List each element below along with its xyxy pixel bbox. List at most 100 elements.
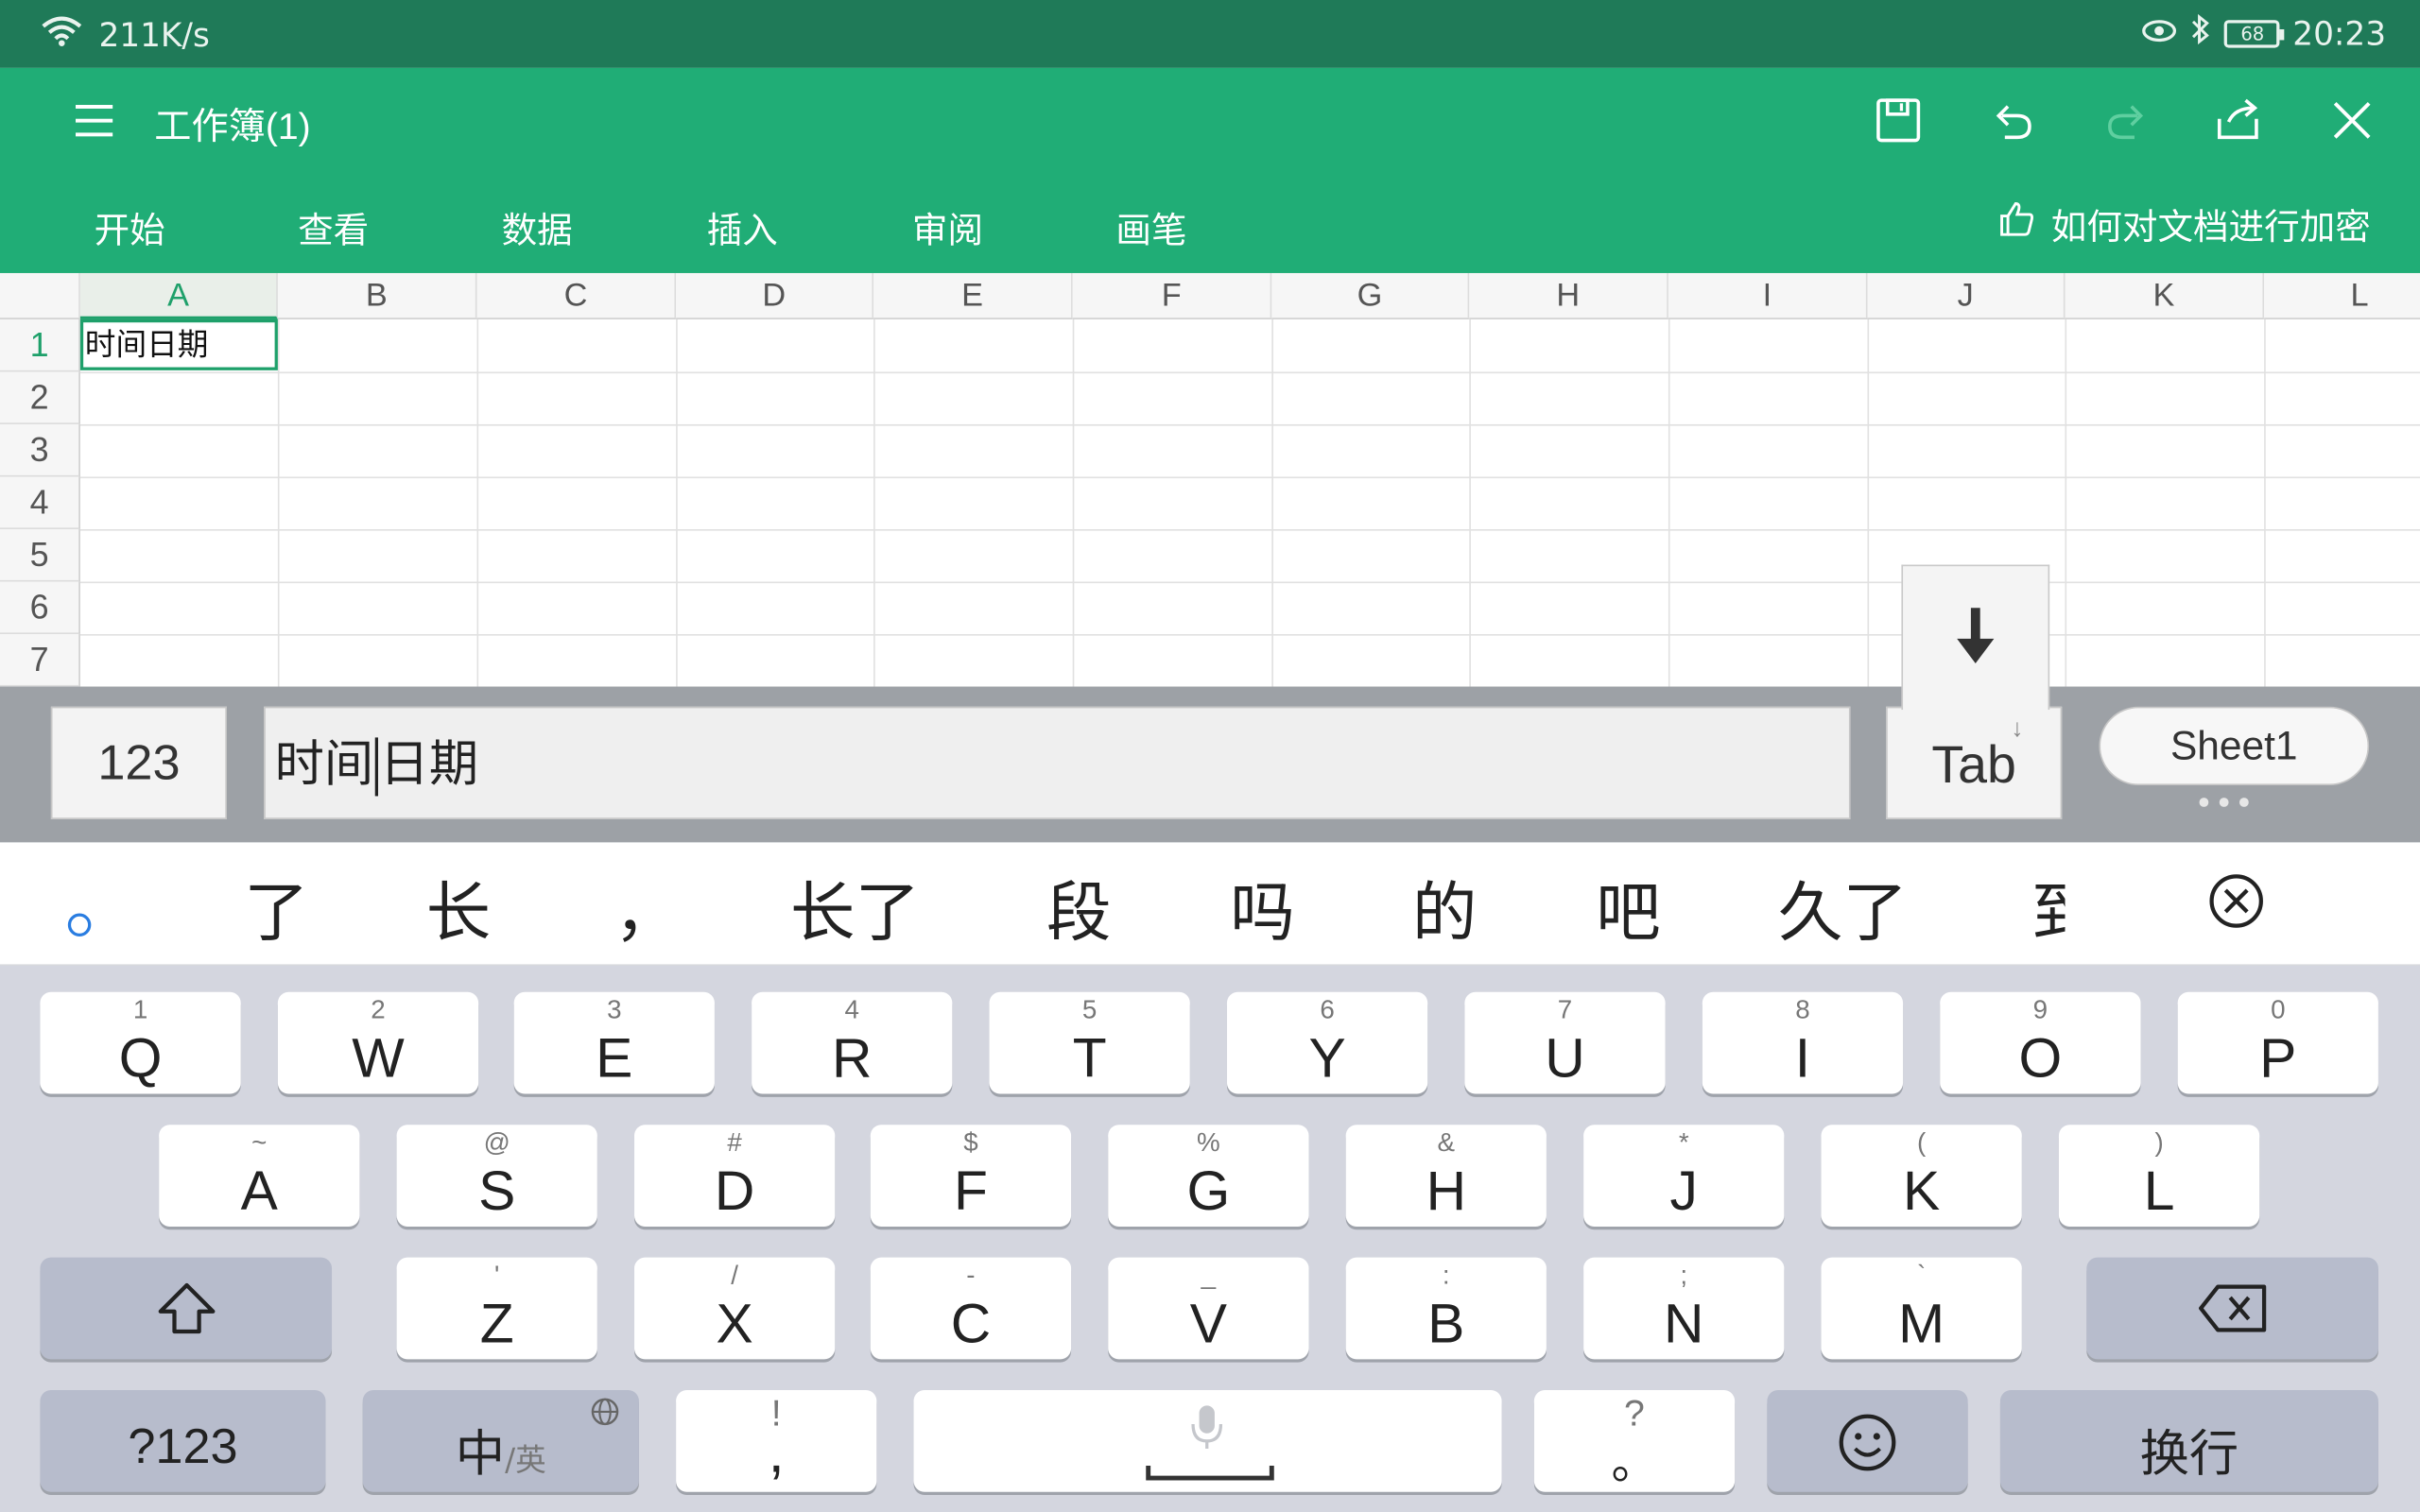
select-all-corner[interactable] (0, 272, 80, 319)
key-m[interactable]: ` M (1821, 1257, 2022, 1360)
key-s[interactable]: @ S (396, 1125, 597, 1227)
key-letter: O (2018, 1025, 2063, 1090)
key-o[interactable]: 9O (1940, 991, 2141, 1094)
spreadsheet-grid[interactable]: A B C D E F G H I J K L 1 2 3 4 5 6 7 时间… (0, 272, 2420, 687)
key-d[interactable]: # D (634, 1125, 836, 1227)
candidate[interactable]: 吗 (1230, 861, 1295, 955)
row-header[interactable]: 5 (0, 529, 80, 582)
key-u[interactable]: 7U (1464, 991, 1666, 1094)
key-g[interactable]: % G (1108, 1125, 1309, 1227)
sheet-tab[interactable]: Sheet1 (2099, 706, 2370, 786)
candidate[interactable]: 段 (1046, 861, 1112, 955)
key-letter: F (953, 1159, 988, 1223)
shift-key[interactable] (40, 1257, 333, 1360)
close-candidates-icon[interactable] (2207, 871, 2266, 936)
tab-button[interactable]: Tab ↓ (1886, 706, 2063, 819)
comma-key[interactable]: ! , (676, 1390, 877, 1492)
candidate[interactable]: 了 (244, 861, 309, 955)
key-y[interactable]: 6Y (1226, 991, 1428, 1094)
share-icon[interactable] (2207, 90, 2269, 151)
column-header[interactable]: G (1271, 272, 1470, 319)
key-b[interactable]: :B (1345, 1257, 1547, 1360)
emoji-key[interactable] (1767, 1390, 1968, 1492)
column-header[interactable]: E (873, 272, 1073, 319)
grid-line (79, 476, 2420, 479)
column-header[interactable]: I (1668, 272, 1868, 319)
key-q[interactable]: 1Q (40, 991, 241, 1094)
column-header[interactable]: K (2065, 272, 2265, 319)
candidate[interactable]: 的 (1412, 861, 1478, 955)
key-hint: * (1678, 1127, 1689, 1158)
column-header[interactable]: D (676, 272, 874, 319)
tab-data[interactable]: 数据 (502, 200, 573, 253)
key-f[interactable]: $ F (870, 1125, 1072, 1227)
key-e[interactable]: 3E (513, 991, 715, 1094)
key-k[interactable]: (K (1821, 1125, 2022, 1227)
candidate[interactable]: 长 (426, 861, 492, 955)
column-header[interactable]: B (277, 272, 477, 319)
tab-pen[interactable]: 画笔 (1115, 200, 1186, 253)
tab-view[interactable]: 查看 (298, 200, 369, 253)
tab-review[interactable]: 审阅 (912, 200, 983, 253)
number-keypad-button[interactable]: 123 (50, 706, 227, 819)
key-hint: $ (963, 1127, 978, 1158)
key-letter: V (1189, 1291, 1227, 1355)
redo-icon[interactable] (2096, 90, 2157, 151)
key-n[interactable]: ; N (1583, 1257, 1785, 1360)
key-p[interactable]: 0P (2177, 991, 2378, 1094)
symbols-key[interactable]: ?123 (40, 1390, 326, 1492)
backspace-key[interactable] (2086, 1257, 2378, 1360)
column-header[interactable]: H (1469, 272, 1668, 319)
key-c[interactable]: -C (870, 1257, 1072, 1360)
tab-start[interactable]: 开始 (95, 200, 165, 253)
status-bar: 211K/s 68 20:23 (0, 0, 2420, 68)
cell-input-bar: 123 时间 日期 Tab ↓ Sheet1 (0, 686, 2420, 843)
key-w[interactable]: 2W (277, 991, 479, 1094)
key-a[interactable]: ~ A (159, 1125, 360, 1227)
close-icon[interactable] (2322, 90, 2383, 151)
column-header[interactable]: J (1867, 272, 2066, 319)
key-t[interactable]: 5T (989, 991, 1190, 1094)
grid-line (2264, 318, 2266, 687)
key-v[interactable]: _ V (1108, 1257, 1309, 1360)
period-key[interactable]: ? 。 (1533, 1390, 1736, 1492)
column-header[interactable]: A (79, 272, 278, 319)
encryption-tip-link[interactable]: 如何对文档进行加密 (1998, 198, 2371, 250)
row-header[interactable]: 2 (0, 371, 80, 424)
column-header[interactable]: L (2264, 272, 2420, 319)
selected-cell-a1[interactable]: 时间日期 (79, 318, 278, 370)
candidate[interactable]: 吧 (1596, 861, 1661, 955)
row-header[interactable]: 7 (0, 634, 80, 687)
enter-key[interactable]: 换行 (1999, 1390, 2378, 1492)
key-l[interactable]: ) L (2058, 1125, 2260, 1227)
column-header[interactable]: F (1072, 272, 1272, 319)
candidate[interactable]: 久了 (1778, 861, 1908, 955)
key-x[interactable]: / X (634, 1257, 836, 1360)
save-icon[interactable] (1868, 90, 1929, 151)
row-header[interactable]: 4 (0, 476, 80, 529)
row-header[interactable]: 3 (0, 423, 80, 477)
key-r[interactable]: 4R (752, 991, 953, 1094)
candidate[interactable]: 到 (2031, 861, 2066, 955)
sheet-page-indicator (2199, 798, 2249, 807)
tab-insert[interactable]: 插入 (707, 200, 778, 253)
undo-icon[interactable] (1981, 90, 2043, 151)
enter-down-button[interactable] (1901, 564, 2050, 711)
key-i[interactable]: 8I (1702, 991, 1904, 1094)
key-letter: 。 (1611, 1437, 1658, 1489)
key-z[interactable]: ' Z (396, 1257, 597, 1360)
candidate[interactable]: 长了 (790, 861, 920, 955)
row-header[interactable]: 1 (0, 318, 80, 372)
key-j[interactable]: * J (1583, 1125, 1785, 1227)
cell-edit-field[interactable]: 时间 日期 (264, 706, 1851, 819)
row-header[interactable]: 6 (0, 581, 80, 635)
space-key[interactable] (913, 1390, 1502, 1492)
candidate[interactable]: ， (614, 861, 680, 955)
key-hint: # (727, 1127, 742, 1158)
menu-icon[interactable] (65, 90, 127, 151)
column-header[interactable]: C (476, 272, 677, 319)
language-switch-key[interactable]: 中/英 (362, 1390, 639, 1492)
key-h[interactable]: & H (1345, 1125, 1547, 1227)
key-letter: E (596, 1025, 633, 1090)
key-letter: , (768, 1420, 785, 1486)
